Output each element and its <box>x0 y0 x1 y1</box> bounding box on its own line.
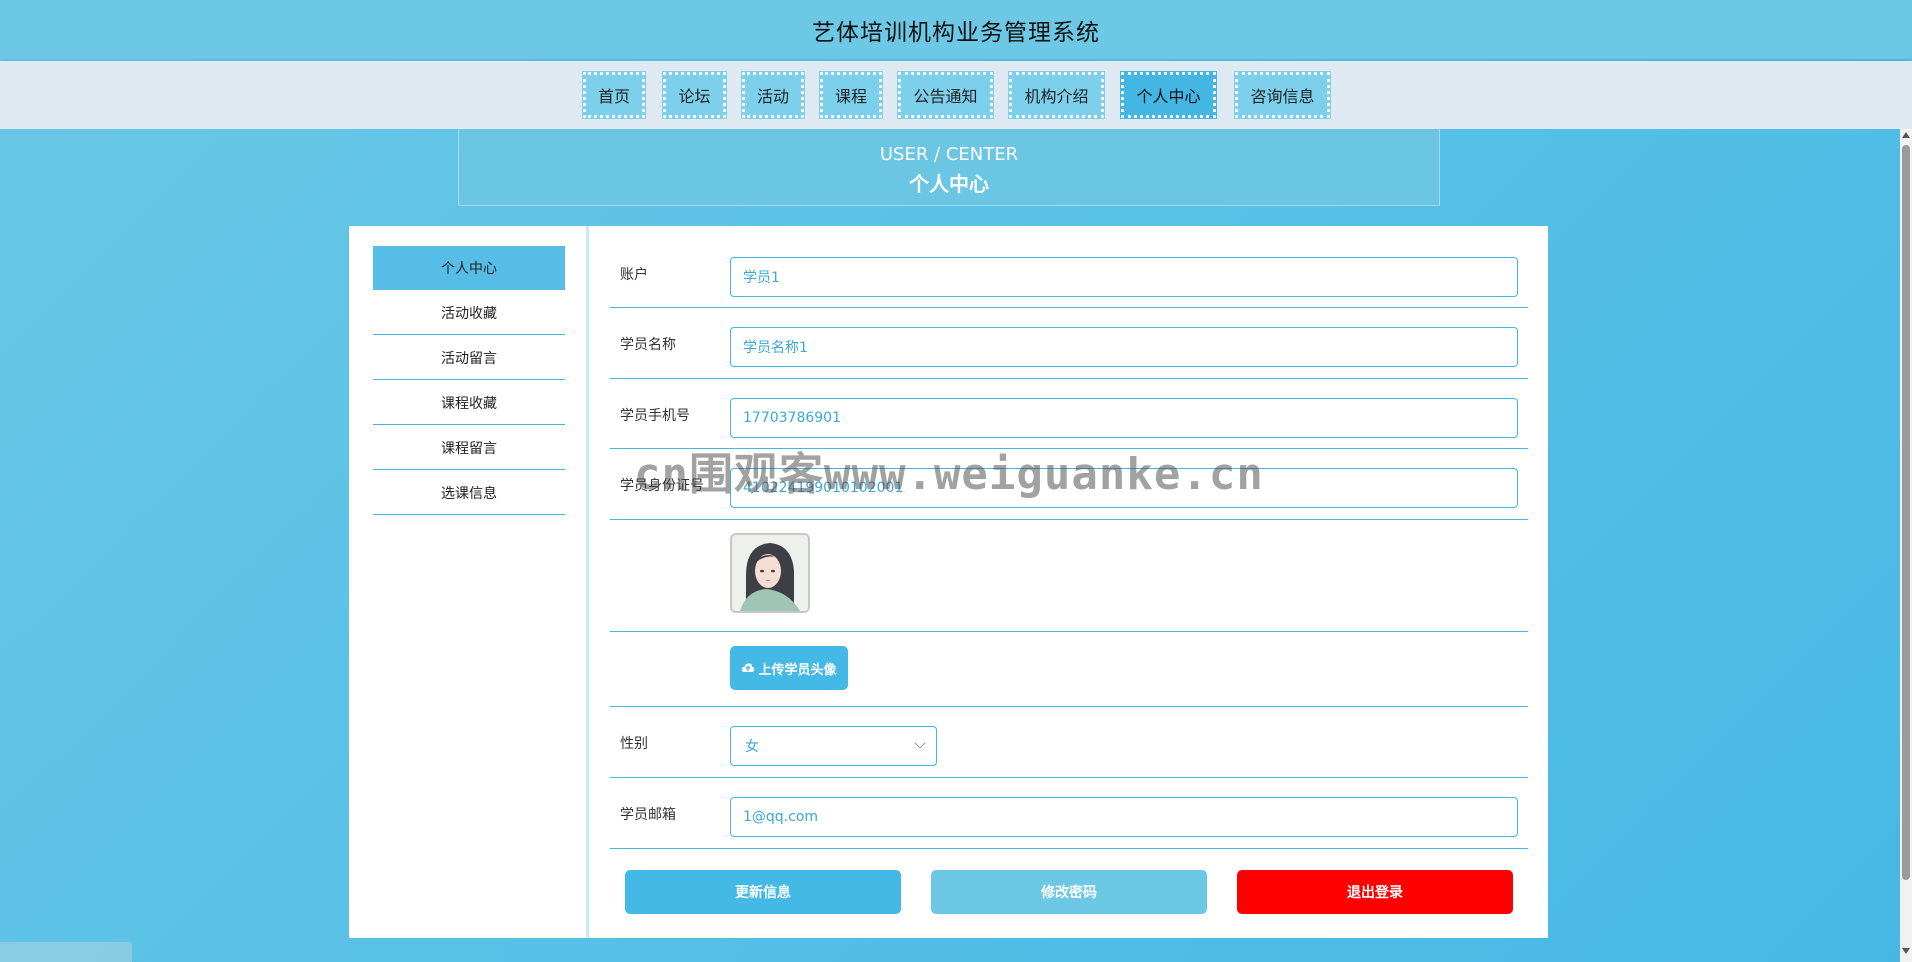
phone-input[interactable] <box>730 398 1518 438</box>
name-input[interactable] <box>730 327 1518 367</box>
account-input[interactable] <box>730 257 1518 297</box>
browser-status-bar <box>0 942 132 962</box>
form-row-email: 学员邮箱 <box>610 777 1528 849</box>
nav-item-user-center[interactable]: 个人中心 <box>1120 71 1217 119</box>
main-nav: 首页 论坛 活动 课程 公告通知 机构介绍 个人中心 咨询信息 <box>0 61 1912 129</box>
app-title: 艺体培训机构业务管理系统 <box>812 19 1100 46</box>
nav-item-course[interactable]: 课程 <box>819 71 883 119</box>
gender-label: 性别 <box>620 736 648 752</box>
banner-title-zh: 个人中心 <box>909 172 989 196</box>
form-row-avatar <box>610 519 1528 632</box>
form-row-account: 账户 <box>610 226 1528 308</box>
section-banner: USER / CENTER 个人中心 <box>458 129 1440 206</box>
phone-label: 学员手机号 <box>620 408 690 424</box>
side-item-user-center[interactable]: 个人中心 <box>373 246 565 290</box>
scroll-down-icon[interactable] <box>1902 948 1910 954</box>
email-input[interactable] <box>730 797 1518 837</box>
account-label: 账户 <box>620 267 648 283</box>
nav-item-forum[interactable]: 论坛 <box>662 71 727 119</box>
side-item-activity-comments[interactable]: 活动留言 <box>373 336 565 380</box>
avatar-image <box>732 535 808 611</box>
side-item-enrollment[interactable]: 选课信息 <box>373 471 565 515</box>
user-center-panel: 个人中心 活动收藏 活动留言 课程收藏 课程留言 选课信息 账户 学员名称 学员… <box>349 226 1548 938</box>
nav-item-home[interactable]: 首页 <box>582 71 646 119</box>
cloud-upload-icon <box>742 663 755 672</box>
chevron-down-icon <box>914 737 926 749</box>
change-password-button[interactable]: 修改密码 <box>931 870 1207 914</box>
nav-item-about[interactable]: 机构介绍 <box>1008 71 1105 119</box>
form-row-name: 学员名称 <box>610 307 1528 379</box>
nav-item-notice[interactable]: 公告通知 <box>897 71 994 119</box>
nav-item-consult[interactable]: 咨询信息 <box>1234 71 1331 119</box>
upload-avatar-button[interactable]: 上传学员头像 <box>730 646 848 690</box>
name-label: 学员名称 <box>620 337 676 353</box>
nav-item-activity[interactable]: 活动 <box>741 71 805 119</box>
upload-avatar-label: 上传学员头像 <box>758 662 837 678</box>
side-item-activity-favorites[interactable]: 活动收藏 <box>373 291 565 335</box>
side-menu: 个人中心 活动收藏 活动留言 课程收藏 课程留言 选课信息 <box>349 226 589 938</box>
form-row-upload: 上传学员头像 <box>610 631 1528 707</box>
update-info-button[interactable]: 更新信息 <box>625 870 901 914</box>
email-label: 学员邮箱 <box>620 807 676 823</box>
avatar <box>730 533 810 613</box>
top-header: 艺体培训机构业务管理系统 <box>0 0 1912 59</box>
gender-selected-value: 女 <box>745 739 759 755</box>
side-item-course-favorites[interactable]: 课程收藏 <box>373 381 565 425</box>
form-row-gender: 性别 女 <box>610 706 1528 778</box>
watermark: cn围观客www.weiguanke.cn <box>634 449 1264 500</box>
scroll-up-icon[interactable] <box>1902 132 1910 138</box>
banner-title-en: USER / CENTER <box>879 144 1019 165</box>
gender-select[interactable]: 女 <box>730 726 937 766</box>
side-item-course-comments[interactable]: 课程留言 <box>373 426 565 470</box>
scrollbar-thumb[interactable] <box>1902 145 1910 880</box>
logout-button[interactable]: 退出登录 <box>1237 870 1513 914</box>
